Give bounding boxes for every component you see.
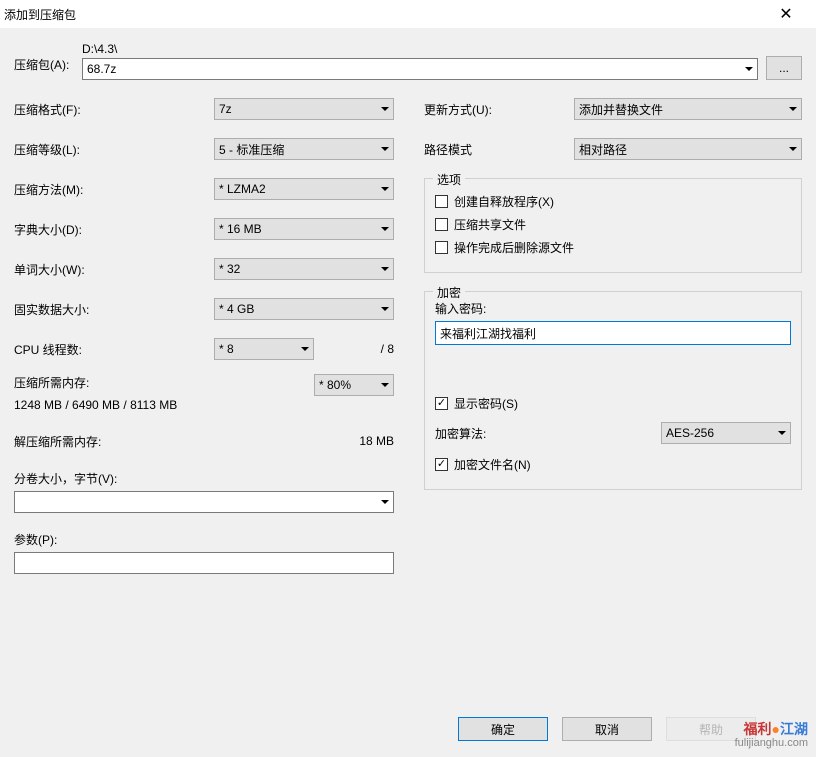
solid-value: * 4 GB — [219, 302, 254, 316]
pathmode-value: 相对路径 — [579, 141, 627, 158]
level-dropdown[interactable]: 5 - 标准压缩 — [214, 138, 394, 160]
update-value: 添加并替换文件 — [579, 101, 663, 118]
update-label: 更新方式(U): — [424, 101, 574, 118]
solid-label: 固实数据大小: — [14, 301, 214, 318]
encrypt-names-label: 加密文件名(N) — [454, 456, 531, 473]
chevron-down-icon — [381, 267, 389, 271]
word-dropdown[interactable]: * 32 — [214, 258, 394, 280]
mem-percent-value: * 80% — [319, 378, 351, 392]
mem-percent-dropdown[interactable]: * 80% — [314, 374, 394, 396]
dict-label: 字典大小(D): — [14, 221, 214, 238]
window-title: 添加到压缩包 — [4, 6, 76, 23]
mem-compress-values: 1248 MB / 6490 MB / 8113 MB — [14, 398, 394, 412]
cancel-button[interactable]: 取消 — [562, 717, 652, 741]
params-input[interactable] — [14, 552, 394, 574]
threads-value: * 8 — [219, 342, 234, 356]
chevron-down-icon — [381, 383, 389, 387]
title-bar: 添加到压缩包 ✕ — [0, 0, 816, 28]
update-dropdown[interactable]: 添加并替换文件 — [574, 98, 802, 120]
threads-dropdown[interactable]: * 8 — [214, 338, 314, 360]
dict-dropdown[interactable]: * 16 MB — [214, 218, 394, 240]
word-value: * 32 — [219, 262, 240, 276]
show-password-checkbox[interactable] — [435, 397, 448, 410]
level-label: 压缩等级(L): — [14, 141, 214, 158]
method-dropdown[interactable]: * LZMA2 — [214, 178, 394, 200]
encryption-fieldset: 加密 输入密码: 来福利江湖找福利 显示密码(S) 加密算法: AES-256 — [424, 291, 802, 490]
chevron-down-icon — [745, 67, 753, 71]
mem-compress-label: 压缩所需内存: — [14, 374, 89, 396]
archive-row: 压缩包(A): D:\4.3\ 68.7z ... — [14, 42, 802, 80]
pathmode-dropdown[interactable]: 相对路径 — [574, 138, 802, 160]
word-label: 单词大小(W): — [14, 261, 214, 278]
algo-value: AES-256 — [666, 426, 714, 440]
method-label: 压缩方法(M): — [14, 181, 214, 198]
chevron-down-icon — [381, 500, 389, 504]
mem-decompress-value: 18 MB — [359, 434, 394, 448]
encrypt-names-checkbox[interactable] — [435, 458, 448, 471]
close-icon[interactable]: ✕ — [766, 4, 806, 24]
archive-path: D:\4.3\ — [82, 42, 758, 56]
password-label: 输入密码: — [435, 300, 791, 317]
options-legend: 选项 — [433, 171, 465, 188]
sfx-checkbox[interactable] — [435, 195, 448, 208]
chevron-down-icon — [381, 227, 389, 231]
mem-decompress-label: 解压缩所需内存: — [14, 433, 214, 450]
sfx-label: 创建自释放程序(X) — [454, 193, 554, 210]
dict-value: * 16 MB — [219, 222, 262, 236]
chevron-down-icon — [381, 107, 389, 111]
format-label: 压缩格式(F): — [14, 101, 214, 118]
chevron-down-icon — [381, 187, 389, 191]
chevron-down-icon — [381, 147, 389, 151]
archive-filename-combo[interactable]: 68.7z — [82, 58, 758, 80]
chevron-down-icon — [778, 431, 786, 435]
chevron-down-icon — [789, 107, 797, 111]
archive-filename-value: 68.7z — [87, 62, 116, 76]
delete-label: 操作完成后删除源文件 — [454, 239, 574, 256]
show-password-row[interactable]: 显示密码(S) — [435, 395, 791, 412]
method-value: * LZMA2 — [219, 182, 266, 196]
encryption-legend: 加密 — [433, 284, 465, 301]
delete-checkbox-row[interactable]: 操作完成后删除源文件 — [435, 239, 791, 256]
format-value: 7z — [219, 102, 232, 116]
encrypt-names-row[interactable]: 加密文件名(N) — [435, 456, 791, 473]
password-value: 来福利江湖找福利 — [440, 325, 536, 342]
algo-label: 加密算法: — [435, 425, 651, 442]
ok-button[interactable]: 确定 — [458, 717, 548, 741]
show-password-label: 显示密码(S) — [454, 395, 518, 412]
threads-label: CPU 线程数: — [14, 341, 214, 358]
archive-label: 压缩包(A): — [14, 42, 74, 73]
dialog-buttons: 确定 取消 帮助 — [0, 717, 816, 741]
level-value: 5 - 标准压缩 — [219, 141, 284, 158]
chevron-down-icon — [301, 347, 309, 351]
options-fieldset: 选项 创建自释放程序(X) 压缩共享文件 操作完成后删除源文件 — [424, 178, 802, 273]
solid-dropdown[interactable]: * 4 GB — [214, 298, 394, 320]
split-combo[interactable] — [14, 491, 394, 513]
params-label: 参数(P): — [14, 531, 394, 548]
browse-button[interactable]: ... — [766, 56, 802, 80]
pathmode-label: 路径模式 — [424, 141, 574, 158]
format-dropdown[interactable]: 7z — [214, 98, 394, 120]
shared-checkbox-row[interactable]: 压缩共享文件 — [435, 216, 791, 233]
browse-label: ... — [779, 61, 789, 75]
split-label: 分卷大小，字节(V): — [14, 470, 394, 487]
shared-checkbox[interactable] — [435, 218, 448, 231]
threads-total: / 8 — [324, 342, 394, 356]
help-button[interactable]: 帮助 — [666, 717, 756, 741]
chevron-down-icon — [381, 307, 389, 311]
password-input[interactable]: 来福利江湖找福利 — [435, 321, 791, 345]
chevron-down-icon — [789, 147, 797, 151]
delete-checkbox[interactable] — [435, 241, 448, 254]
sfx-checkbox-row[interactable]: 创建自释放程序(X) — [435, 193, 791, 210]
algo-dropdown[interactable]: AES-256 — [661, 422, 791, 444]
shared-label: 压缩共享文件 — [454, 216, 526, 233]
